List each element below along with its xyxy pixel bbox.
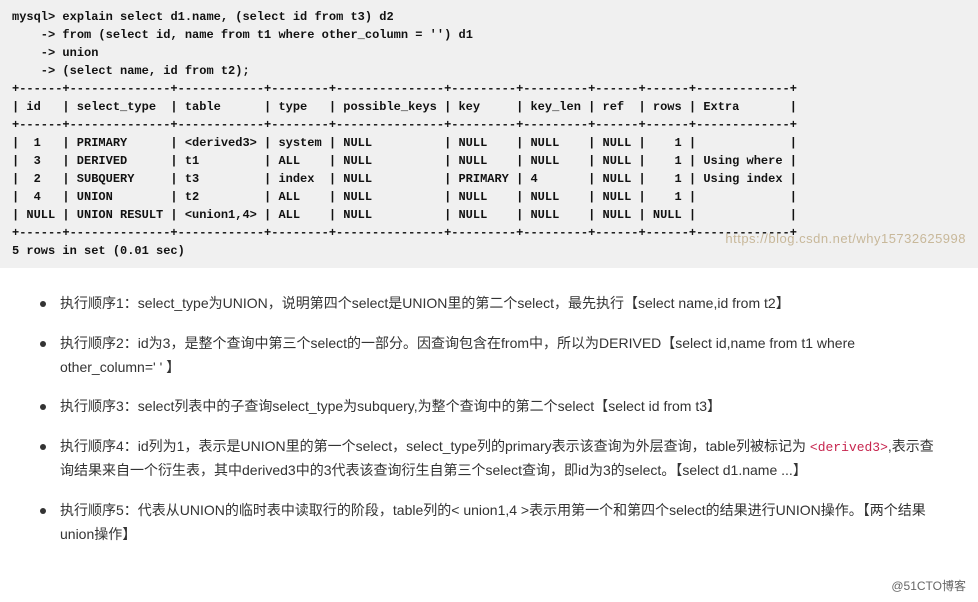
sql-prompt: mysql> xyxy=(12,10,62,24)
bullet-text-4: 执行顺序4：id列为1，表示是UNION里的第一个select，select_t… xyxy=(60,435,938,483)
list-item: 执行顺序2：id为3，是整个查询中第三个select的一部分。因查询包含在fro… xyxy=(40,332,938,380)
table-border-top: +------+--------------+------------+----… xyxy=(12,82,797,96)
sql-line-4: (select name, id from t2); xyxy=(62,64,249,78)
inline-code-derived: <derived3> xyxy=(810,440,888,455)
table-row-4: | 4 | UNION | t2 | ALL | NULL | NULL | N… xyxy=(12,190,797,204)
bullet-icon xyxy=(40,508,46,514)
bullet-text-3: 执行顺序3：select列表中的子查询select_type为subquery,… xyxy=(60,395,938,419)
bullet-icon xyxy=(40,301,46,307)
bullet-text-1: 执行顺序1：select_type为UNION，说明第四个select是UNIO… xyxy=(60,292,938,316)
bullet-text-5: 执行顺序5：代表从UNION的临时表中读取行的阶段，table列的< union… xyxy=(60,499,938,547)
sql-line-1: explain select d1.name, (select id from … xyxy=(62,10,393,24)
list-item: 执行顺序4：id列为1，表示是UNION里的第一个select，select_t… xyxy=(40,435,938,483)
sql-cont-1: -> xyxy=(12,28,62,42)
bullet-icon xyxy=(40,404,46,410)
list-item: 执行顺序1：select_type为UNION，说明第四个select是UNIO… xyxy=(40,292,938,316)
table-row-1: | 1 | PRIMARY | <derived3> | system | NU… xyxy=(12,136,797,150)
bullet-text-2: 执行顺序2：id为3，是整个查询中第三个select的一部分。因查询包含在fro… xyxy=(60,332,938,380)
explanation-list: 执行顺序1：select_type为UNION，说明第四个select是UNIO… xyxy=(0,292,978,573)
table-row-2: | 3 | DERIVED | t1 | ALL | NULL | NULL |… xyxy=(12,154,797,168)
sql-explain-block: mysql> explain select d1.name, (select i… xyxy=(0,0,978,268)
table-header: | id | select_type | table | type | poss… xyxy=(12,100,797,114)
result-footer: 5 rows in set (0.01 sec) xyxy=(12,244,185,258)
table-border-bottom: +------+--------------+------------+----… xyxy=(12,226,797,240)
list-item: 执行顺序3：select列表中的子查询select_type为subquery,… xyxy=(40,395,938,419)
table-border-mid: +------+--------------+------------+----… xyxy=(12,118,797,132)
table-row-3: | 2 | SUBQUERY | t3 | index | NULL | PRI… xyxy=(12,172,797,186)
sql-cont-2: -> xyxy=(12,46,62,60)
bullet-icon xyxy=(40,444,46,450)
footer-attribution: @51CTO博客 xyxy=(0,573,978,602)
watermark-text: https://blog.csdn.net/why15732625998 xyxy=(725,229,966,249)
list-item: 执行顺序5：代表从UNION的临时表中读取行的阶段，table列的< union… xyxy=(40,499,938,547)
bullet-icon xyxy=(40,341,46,347)
bullet-4-pre: 执行顺序4：id列为1，表示是UNION里的第一个select，select_t… xyxy=(60,438,806,454)
table-row-5: | NULL | UNION RESULT | <union1,4> | ALL… xyxy=(12,208,797,222)
sql-line-3: union xyxy=(62,46,98,60)
sql-cont-3: -> xyxy=(12,64,62,78)
sql-line-2: from (select id, name from t1 where othe… xyxy=(62,28,472,42)
